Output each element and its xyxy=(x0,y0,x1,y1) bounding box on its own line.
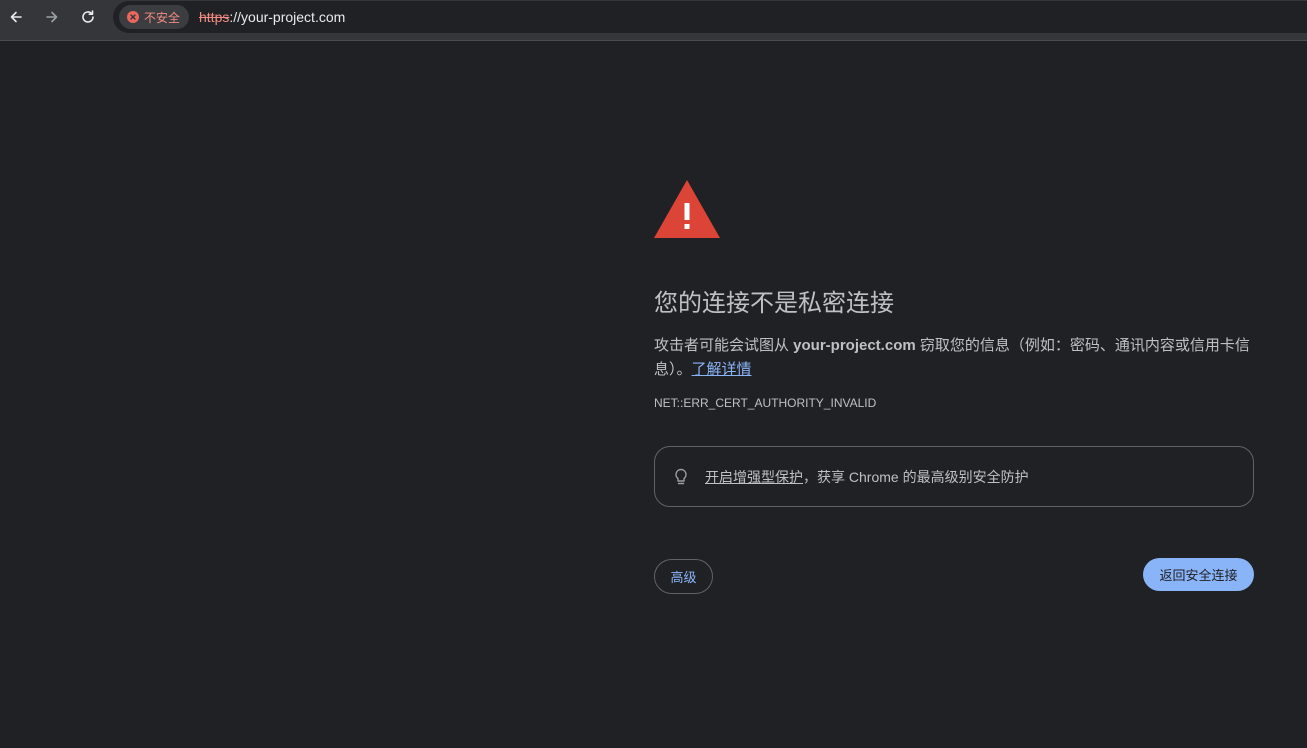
page-title: 您的连接不是私密连接 xyxy=(654,290,894,317)
action-buttons: 高级 返回安全连接 xyxy=(654,557,1254,594)
url-text[interactable]: https://your-project.com xyxy=(199,9,345,25)
reload-button[interactable] xyxy=(76,5,100,29)
enhanced-protection-banner: 开启增强型保护，获享 Chrome 的最高级别安全防护 xyxy=(654,446,1254,507)
lightbulb-icon xyxy=(675,468,687,484)
reload-icon xyxy=(82,10,94,23)
error-code[interactable]: NET::ERR_CERT_AUTHORITY_INVALID xyxy=(654,396,1254,410)
enhanced-protection-suffix: ，获享 Chrome 的最高级别安全防护 xyxy=(803,468,1029,485)
enhanced-protection-link[interactable]: 开启增强型保护 xyxy=(705,469,803,485)
not-secure-icon xyxy=(127,11,139,23)
forward-icon xyxy=(46,11,58,23)
back-to-safety-button[interactable]: 返回安全连接 xyxy=(1143,558,1254,591)
desc-domain: your-project.com xyxy=(793,337,916,354)
security-chip[interactable]: 不安全 xyxy=(119,5,189,29)
security-chip-label: 不安全 xyxy=(144,10,181,25)
address-bar[interactable]: 不安全 https://your-project.com xyxy=(113,1,1307,33)
back-button[interactable] xyxy=(4,5,28,29)
interstitial-content: 您的连接不是私密连接 攻击者可能会试图从 your-project.com 窃取… xyxy=(654,180,1254,594)
warning-triangle-icon xyxy=(654,180,720,238)
advanced-button[interactable]: 高级 xyxy=(654,559,713,594)
desc-prefix: 攻击者可能会试图从 xyxy=(654,337,794,354)
forward-button[interactable] xyxy=(40,5,64,29)
enhanced-protection-text: 开启增强型保护，获享 Chrome 的最高级别安全防护 xyxy=(705,467,1029,487)
error-description: 攻击者可能会试图从 your-project.com 窃取您的信息（例如：密码、… xyxy=(654,334,1254,382)
url-scheme: https xyxy=(199,9,230,25)
learn-more-link[interactable]: 了解详情 xyxy=(692,361,752,378)
back-icon xyxy=(10,11,22,23)
url-host: ://your-project.com xyxy=(229,9,346,25)
browser-toolbar: 不安全 https://your-project.com xyxy=(0,0,1307,41)
